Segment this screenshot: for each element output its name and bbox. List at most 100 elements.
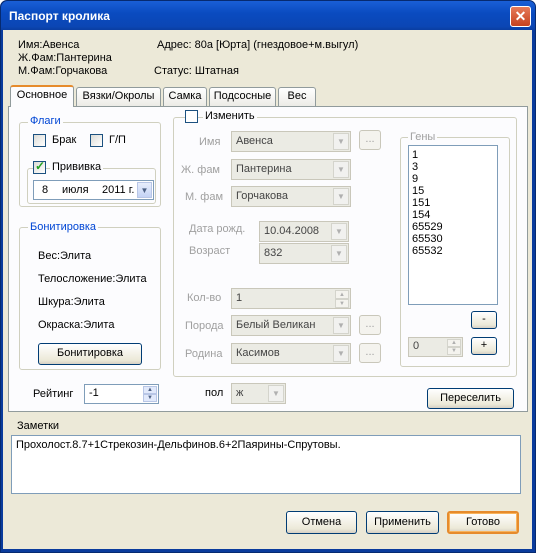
count-input[interactable]: 1 ▲ ▼ <box>231 288 351 309</box>
privivka-date-picker[interactable]: 8 июля 2011 г. ▼ <box>33 180 154 200</box>
bonit-item: Окраска:Элита <box>38 319 115 331</box>
button-label: ... <box>365 133 375 145</box>
chevron-down-icon[interactable]: ▼ <box>333 188 349 205</box>
gene-spin-down[interactable]: ▼ <box>447 347 461 355</box>
cancel-button[interactable]: Отмена <box>286 511 357 534</box>
check-icon: ✓ <box>35 159 46 173</box>
rating-value: -1 <box>89 387 99 399</box>
gene-spin-up[interactable]: ▲ <box>447 339 461 347</box>
notes-textarea[interactable]: Прохолост.8.7+1Стрекозин-Дельфинов.6+2Па… <box>11 435 521 494</box>
button-label: ... <box>365 318 375 330</box>
count-spin-up[interactable]: ▲ <box>335 290 349 299</box>
notes-text: Прохолост.8.7+1Стрекозин-Дельфинов.6+2Па… <box>16 439 341 451</box>
title-bar[interactable]: Паспорт кролика ✕ <box>1 1 535 31</box>
breed-label: Порода <box>185 320 224 332</box>
sex-combo[interactable]: ж ▼ <box>231 383 286 404</box>
resettle-button[interactable]: Переселить <box>427 388 514 409</box>
gene-remove-button[interactable]: - <box>471 311 497 329</box>
header-mother: М.Фам:Горчакова <box>18 65 108 77</box>
tab-podsosnye[interactable]: Подсосные <box>209 87 276 106</box>
chevron-down-icon[interactable]: ▼ <box>333 345 349 362</box>
breed-browse-button[interactable]: ... <box>359 315 381 335</box>
privivka-checkbox[interactable]: ✓ <box>33 159 46 174</box>
flags-group-title: Флаги <box>28 115 63 127</box>
mother-label: М. фам <box>185 191 224 203</box>
tab-label: Вес <box>287 90 307 102</box>
gene-spin-input[interactable]: 0 ▲ ▼ <box>408 337 463 357</box>
breed-value: Белый Великан <box>236 319 316 331</box>
apply-button[interactable]: Применить <box>366 511 439 534</box>
button-label: Бонитировка <box>57 347 123 359</box>
father-label: Ж. фам <box>181 164 220 176</box>
list-item[interactable]: 65532 <box>412 245 443 257</box>
tab-label: Подсосные <box>213 90 272 102</box>
ok-button[interactable]: Готово <box>447 511 519 534</box>
plus-icon: + <box>480 339 488 351</box>
brak-checkbox[interactable] <box>33 134 46 147</box>
date-year: 2011 г. <box>102 184 135 196</box>
tab-vyazki[interactable]: Вязки/Окролы <box>76 87 161 106</box>
chevron-down-icon[interactable]: ▼ <box>268 385 284 402</box>
birth-date-picker[interactable]: 10.04.2008 ▼ <box>259 221 349 242</box>
name-combo[interactable]: Авенса ▼ <box>231 131 351 152</box>
window-title: Паспорт кролика <box>9 9 110 23</box>
rating-spin-down[interactable]: ▼ <box>143 394 157 402</box>
chevron-down-icon[interactable]: ▼ <box>333 133 349 150</box>
list-item[interactable]: 151 <box>412 197 443 209</box>
privivka-label: Прививка <box>50 161 104 173</box>
list-item[interactable]: 65529 <box>412 221 443 233</box>
breed-combo[interactable]: Белый Великан ▼ <box>231 315 351 336</box>
chevron-down-icon[interactable]: ▼ <box>331 223 347 240</box>
age-label: Возраст <box>189 245 231 257</box>
name-label: Имя <box>199 136 221 148</box>
gene-spin-value: 0 <box>413 340 420 352</box>
gp-label: Г/П <box>109 134 126 146</box>
date-dropdown-button[interactable]: ▼ <box>137 182 152 198</box>
sex-value: ж <box>236 387 244 399</box>
age-input[interactable]: 832 ▼ <box>259 243 349 264</box>
minus-icon: - <box>482 313 486 325</box>
rating-spin-up[interactable]: ▲ <box>143 386 157 394</box>
mother-value: Горчакова <box>236 190 288 202</box>
button-label: Применить <box>374 516 431 528</box>
button-label: Переселить <box>440 392 501 404</box>
chevron-down-icon: ▼ <box>140 186 149 195</box>
header-address: Адрес: 80а [Юрта] (гнездовое+м.выгул) <box>157 39 359 51</box>
list-item[interactable]: 1 <box>412 149 443 161</box>
button-label: Готово <box>466 516 500 528</box>
rating-label: Рейтинг <box>33 388 74 400</box>
father-combo[interactable]: Пантерина ▼ <box>231 159 351 180</box>
age-value: 832 <box>264 247 283 259</box>
origin-combo[interactable]: Касимов ▼ <box>231 343 351 364</box>
tab-osnovnoe[interactable]: Основное <box>10 85 74 107</box>
notes-label: Заметки <box>17 420 60 432</box>
chevron-down-icon[interactable]: ▼ <box>333 161 349 178</box>
name-browse-button[interactable]: ... <box>359 130 381 150</box>
list-item[interactable]: 9 <box>412 173 443 185</box>
chevron-down-icon[interactable]: ▼ <box>333 317 349 334</box>
bonitirovka-button[interactable]: Бонитировка <box>38 343 142 365</box>
mother-combo[interactable]: Горчакова ▼ <box>231 186 351 207</box>
brak-label: Брак <box>52 134 77 146</box>
list-item[interactable]: 15 <box>412 185 443 197</box>
button-label: Отмена <box>301 516 342 528</box>
tab-label: Самка <box>168 90 202 102</box>
list-item[interactable]: 65530 <box>412 233 443 245</box>
genes-list[interactable]: 1 3 9 15 151 154 65529 65530 65532 <box>408 145 498 305</box>
chevron-down-icon[interactable]: ▼ <box>331 245 347 262</box>
gene-add-button[interactable]: + <box>471 337 497 355</box>
tab-ves[interactable]: Вес <box>278 87 316 106</box>
list-item[interactable]: 154 <box>412 209 443 221</box>
count-label: Кол-во <box>187 292 222 304</box>
origin-value: Касимов <box>236 347 280 359</box>
rating-input[interactable]: -1 ▲ ▼ <box>84 384 159 404</box>
close-button[interactable]: ✕ <box>510 6 531 27</box>
gp-checkbox[interactable] <box>90 134 103 147</box>
count-spin-down[interactable]: ▼ <box>335 299 349 308</box>
change-checkbox[interactable] <box>185 110 198 123</box>
list-item[interactable]: 3 <box>412 161 443 173</box>
origin-browse-button[interactable]: ... <box>359 343 381 363</box>
change-label: Изменить <box>203 110 257 122</box>
date-day: 8 <box>42 184 49 196</box>
tab-samka[interactable]: Самка <box>163 87 207 106</box>
